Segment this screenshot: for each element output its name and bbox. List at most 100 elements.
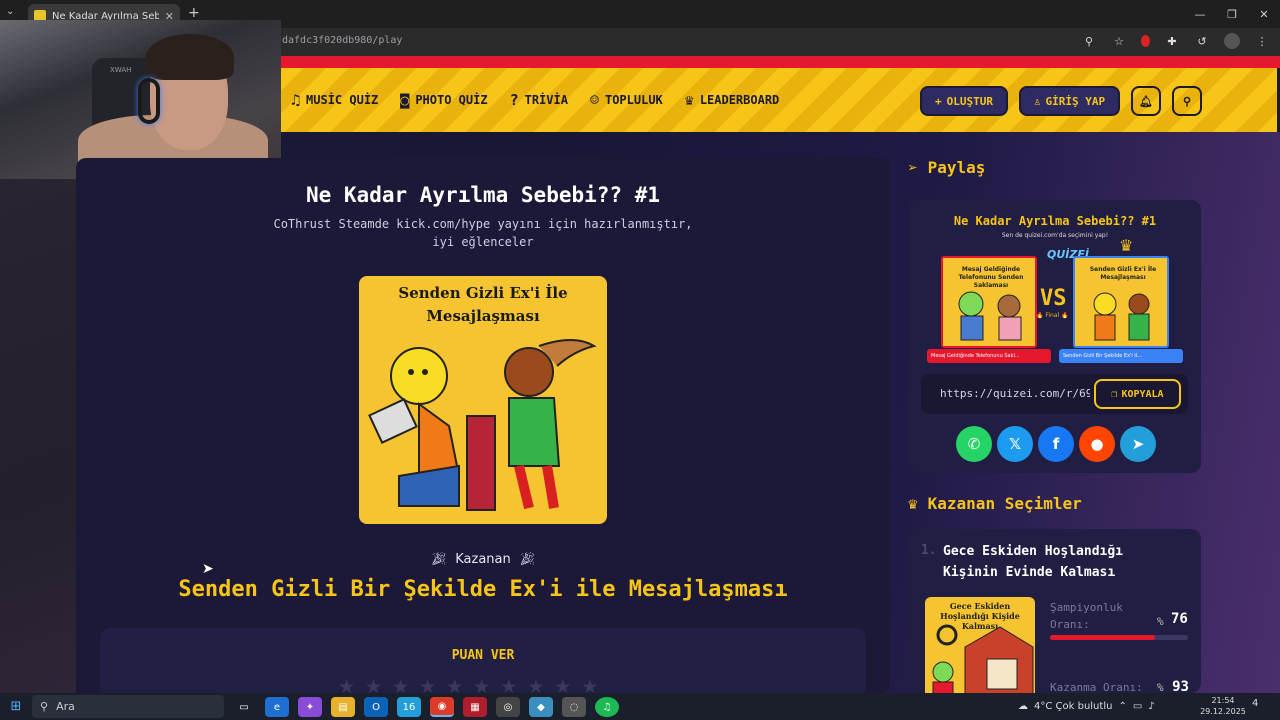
app2-icon[interactable]: ◌ <box>562 697 586 717</box>
copy-icon: ❐ <box>1111 388 1118 400</box>
share-preview-image: Ne Kadar Ayrılma Sebebi?? #1 Sen de quiz… <box>919 206 1191 366</box>
menu-kebab-icon[interactable]: ⋮ <box>1254 33 1270 49</box>
winner-item-image: Gece Eskiden Hoşlandığı Kişide Kalması <box>925 597 1035 693</box>
winners-heading: ♛ Kazanan Seçimler <box>908 494 1082 513</box>
whatsapp-share-button[interactable]: ✆ <box>956 426 992 462</box>
copilot-icon[interactable]: ✦ <box>298 697 322 717</box>
music-note-icon: ♫ <box>291 91 301 109</box>
screen: ⌄ Ne Kadar Ayrılma Sebebi?? #1 ✕ + — ❐ ✕… <box>0 0 1280 720</box>
win-rate: % 93 <box>1157 679 1189 693</box>
quiz-title: Ne Kadar Ayrılma Sebebi?? #1 <box>305 183 660 207</box>
nav-item-photo-qui̇z[interactable]: ◙ PHOTO QUİZ <box>400 91 487 109</box>
question-bubble-icon: ? <box>509 91 519 109</box>
winner-list-item[interactable]: 1. Gece Eskiden Hoşlandığı Kişinin Evind… <box>909 529 1201 693</box>
url-field[interactable]: dafdc3f020db980/play <box>282 35 402 46</box>
preview-subtitle: Sen de quizei.com'da seçimini yap! <box>1001 232 1109 239</box>
nav-label: TOPLULUK <box>604 93 663 107</box>
reddit-icon: ● <box>1090 435 1104 453</box>
tray-chevron-icon[interactable]: ⌃ <box>1118 701 1126 712</box>
camera-icon: ◙ <box>400 91 410 109</box>
search-button[interactable]: ⚲ <box>1172 86 1202 116</box>
telegram-icon: ➤ <box>1131 435 1145 453</box>
extension-red-icon[interactable] <box>1141 35 1150 47</box>
login-button[interactable]: ♙ GİRİŞ YAP <box>1019 86 1120 116</box>
taskbar-search[interactable]: ⚲ Ara <box>32 695 224 718</box>
copy-label: KOPYALA <box>1121 388 1164 400</box>
history-icon[interactable]: ↺ <box>1194 33 1210 49</box>
clock-date: 29.12.2025 <box>1200 707 1246 716</box>
weather-icon: ☁ <box>1018 701 1028 712</box>
toolbar-icons: ⚲ ☆ ✚ ↺ ⋮ <box>1081 33 1270 49</box>
facebook-share-button[interactable]: f <box>1038 426 1074 462</box>
rate-title: PUAN VER <box>451 648 515 663</box>
send-icon: ➢ <box>908 158 918 177</box>
tab-search-icon[interactable]: ⌄ <box>6 6 14 17</box>
app-icon[interactable]: ◆ <box>529 697 553 717</box>
taskbar-search-placeholder: Ara <box>56 700 75 713</box>
obs-icon[interactable]: ◎ <box>496 697 520 717</box>
new-tab-icon[interactable]: + <box>188 5 200 21</box>
taskbar-apps: ▭ e ✦ ▤ O 16 ◉ ▦ ◎ ◆ ◌ ♫ <box>232 697 619 717</box>
quiz-description-line2: iyi eğlenceler <box>432 235 534 249</box>
window-controls: — ❐ ✕ <box>1184 0 1280 28</box>
winner-label: Kazanan <box>455 552 511 567</box>
minimize-icon[interactable]: — <box>1184 0 1216 28</box>
zoom-icon[interactable]: ⚲ <box>1081 33 1097 49</box>
volume-icon[interactable]: ♪ <box>1148 701 1154 712</box>
notifications-button[interactable]: 🔔︎ <box>1131 86 1161 116</box>
profile-avatar-icon[interactable] <box>1224 33 1240 49</box>
share-link-field[interactable]: https://quizei.com/r/69l <box>940 387 1090 400</box>
party-popper-icon: 🎉︎ <box>430 552 447 567</box>
nav-item-topluluk[interactable]: ☺ TOPLULUK <box>590 91 663 109</box>
winner-item-illustration <box>932 624 1034 693</box>
nav-item-tri̇vi̇a[interactable]: ? TRİVİA <box>510 91 568 109</box>
champion-rate-value: 76 <box>1171 611 1188 627</box>
right-illustration <box>1093 292 1150 341</box>
x-share-button[interactable]: 𝕏 <box>997 426 1033 462</box>
network-icon[interactable]: ▭ <box>1133 701 1142 712</box>
copy-button[interactable]: ❐ KOPYALA <box>1094 379 1181 409</box>
user-icon: ♙ <box>1033 94 1041 108</box>
spotify-icon[interactable]: ♫ <box>595 697 619 717</box>
trophy-icon: ♛ <box>908 494 918 513</box>
champion-rate-label: Şampiyonluk Oranı: <box>1050 601 1123 631</box>
voicemod-icon[interactable]: ▦ <box>463 697 487 717</box>
users-icon: ☺ <box>589 91 599 109</box>
left-background-panel <box>0 179 76 693</box>
winner-item-name: Gece Eskiden Hoşlandığı Kişinin Evinde K… <box>943 544 1124 580</box>
winner-rank: 1. <box>921 543 937 558</box>
winner-image: Senden Gizli Ex'i İle Mesajlaşması <box>359 276 607 524</box>
close-window-icon[interactable]: ✕ <box>1248 0 1280 28</box>
task-view-icon[interactable]: ▭ <box>232 697 256 717</box>
file-explorer-icon[interactable]: ▤ <box>331 697 355 717</box>
quiz-description-line1: CoThrust Steamde kick.com/hype yayını iç… <box>273 217 693 231</box>
notification-center-icon[interactable]: 4 <box>1252 698 1258 709</box>
create-button[interactable]: + OLUŞTUR <box>920 86 1008 116</box>
edge-icon[interactable]: e <box>265 697 289 717</box>
nav-item-musi̇c-qui̇z[interactable]: ♫ MUSİC QUİZ <box>291 91 378 109</box>
notification-count: 4 <box>1252 698 1259 709</box>
champion-rate-bar <box>1050 635 1188 640</box>
telegram-icon[interactable]: 16 <box>397 697 421 717</box>
reddit-share-button[interactable]: ● <box>1079 426 1115 462</box>
outlook-icon[interactable]: O <box>364 697 388 717</box>
chrome-icon[interactable]: ◉ <box>430 697 454 717</box>
share-link-row: https://quizei.com/r/69l ❐ KOPYALA <box>921 374 1188 414</box>
quiz-description: CoThrust Steamde kick.com/hype yayını iç… <box>270 215 696 251</box>
nav-label: MUSİC QUİZ <box>306 93 379 107</box>
left-illustration <box>958 291 1022 341</box>
restore-icon[interactable]: ❐ <box>1216 0 1248 28</box>
share-title: Paylaş <box>927 158 986 177</box>
plus-icon: + <box>935 94 942 108</box>
windows-start-icon[interactable]: ⊞ <box>0 693 32 720</box>
bookmark-star-icon[interactable]: ☆ <box>1111 33 1127 49</box>
system-tray: ☁ 4°C Çok bulutlu ⌃ ▭ ♪ <box>1018 693 1155 720</box>
party-popper-icon: 🎉︎ <box>519 552 536 567</box>
weather-text[interactable]: 4°C Çok bulutlu <box>1034 701 1112 712</box>
winner-label-row: 🎉︎ Kazanan 🎉︎ <box>0 552 966 567</box>
preview-left-label: Mesaj Geldiğinde Telefonunu Sakl... <box>927 349 1051 363</box>
taskbar-clock[interactable]: 21:54 29.12.2025 <box>1198 695 1248 717</box>
extensions-puzzle-icon[interactable]: ✚ <box>1164 33 1180 49</box>
telegram-share-button[interactable]: ➤ <box>1120 426 1156 462</box>
nav-item-leaderboard[interactable]: ♛ LEADERBOARD <box>685 91 780 109</box>
